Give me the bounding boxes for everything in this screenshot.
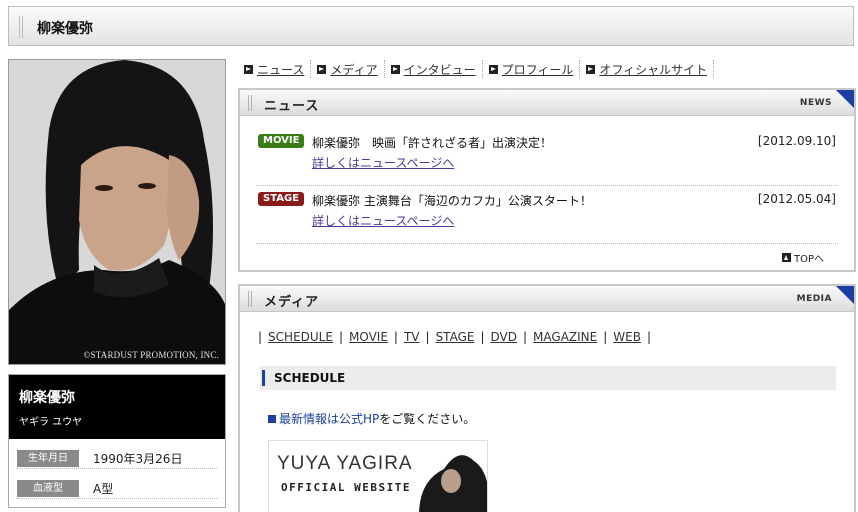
- arrow-right-icon: [390, 64, 400, 74]
- subnav-stage[interactable]: STAGE: [436, 330, 475, 344]
- subnav-web[interactable]: WEB: [613, 330, 641, 344]
- subnav-dvd[interactable]: DVD: [491, 330, 517, 344]
- nav-item-profile[interactable]: プロフィール: [483, 60, 581, 78]
- profile-name: 柳楽優弥: [19, 390, 75, 406]
- news-date: [2012.05.04]: [757, 192, 836, 206]
- profile-card: 柳楽優弥 ヤギラ ユウヤ 生年月日 1990年3月26日 血液型 A型: [8, 374, 226, 508]
- nav-item-interview[interactable]: インタビュー: [385, 60, 483, 78]
- schedule-section-bar: SCHEDULE: [260, 366, 836, 390]
- bloodtype-label: 血液型: [17, 480, 79, 497]
- photo-copyright: ©STARDUST PROMOTION, INC.: [83, 350, 219, 360]
- bullet-square-icon: [268, 414, 276, 423]
- notice-text-pre: 最新情報は公式: [279, 412, 364, 426]
- subnav-movie[interactable]: MOVIE: [349, 330, 388, 344]
- news-item: MOVIE 柳楽優弥 映画「許されざる者」出演決定！ [2012.09.10] …: [256, 130, 838, 186]
- corner-triangle-icon: [836, 286, 854, 304]
- banner-subtitle: OFFICIAL WEBSITE: [281, 481, 411, 494]
- bloodtype-value: A型: [93, 482, 114, 496]
- category-badge-movie: MOVIE: [258, 134, 305, 148]
- news-panel-title: ニュース: [264, 99, 320, 114]
- corner-triangle-icon: [836, 90, 854, 108]
- birthday-label: 生年月日: [17, 450, 79, 467]
- news-panel-title-en: NEWS: [799, 98, 832, 108]
- news-more-link[interactable]: 詳しくはニュースページへ: [312, 154, 454, 171]
- panel-grip-icon: [248, 95, 254, 111]
- header-grip-icon: [19, 16, 25, 38]
- news-item: STAGE 柳楽優弥 主演舞台「海辺のカフカ」公演スタート！ [2012.05.…: [256, 188, 838, 244]
- notice-hp-link[interactable]: HP: [363, 412, 379, 426]
- page-title: 柳楽優弥: [37, 21, 93, 37]
- schedule-notice: 最新情報は公式 HP をご覧ください。: [268, 410, 475, 427]
- profile-name-box: 柳楽優弥 ヤギラ ユウヤ: [9, 375, 225, 439]
- profile-photo: ©STARDUST PROMOTION, INC.: [8, 59, 226, 365]
- media-panel: メディア MEDIA | SCHEDULE | MOVIE | TV | STA…: [238, 284, 856, 512]
- official-website-banner[interactable]: YUYA YAGIRA OFFICIAL WEBSITE: [268, 440, 488, 512]
- banner-photo-image: [269, 441, 487, 512]
- subnav-tv[interactable]: TV: [404, 330, 420, 344]
- arrow-up-icon: [781, 253, 791, 262]
- nav-item-media[interactable]: メディア: [311, 60, 385, 78]
- news-panel-header: ニュース NEWS: [240, 90, 854, 116]
- subnav-magazine[interactable]: MAGAZINE: [533, 330, 597, 344]
- site-header: 柳楽優弥: [8, 6, 854, 46]
- media-subnav: | SCHEDULE | MOVIE | TV | STAGE | DVD | …: [258, 330, 652, 344]
- nav-item-news[interactable]: ニュース: [238, 60, 312, 78]
- profile-kana: ヤギラ ユウヤ: [19, 417, 83, 428]
- notice-text-post: をご覧ください。: [379, 412, 476, 426]
- media-panel-title-en: MEDIA: [796, 294, 832, 304]
- section-accent-bar: [262, 370, 265, 386]
- nav-item-official-site[interactable]: オフィシャルサイト: [580, 60, 715, 78]
- nav-link-news[interactable]: ニュース: [257, 61, 304, 78]
- to-top-link[interactable]: TOPへ: [781, 250, 824, 265]
- panel-grip-icon: [248, 291, 254, 307]
- arrow-right-icon: [244, 64, 253, 74]
- news-headline: 柳楽優弥 主演舞台「海辺のカフカ」公演スタート！: [312, 194, 592, 208]
- media-panel-title: メディア: [264, 295, 320, 310]
- arrow-right-icon: [488, 64, 498, 74]
- news-more-link[interactable]: 詳しくはニュースページへ: [312, 212, 454, 229]
- section-title: SCHEDULE: [274, 371, 346, 385]
- portrait-image: [9, 60, 225, 364]
- nav-link-official-site[interactable]: オフィシャルサイト: [599, 61, 707, 78]
- nav-link-media[interactable]: メディア: [330, 61, 377, 78]
- nav-link-interview[interactable]: インタビュー: [404, 61, 476, 78]
- arrow-right-icon: [586, 64, 596, 74]
- birthday-value: 1990年3月26日: [93, 452, 183, 466]
- profile-row-bloodtype: 血液型 A型: [17, 477, 217, 499]
- banner-name: YUYA YAGIRA: [277, 453, 413, 474]
- news-headline: 柳楽優弥 映画「許されざる者」出演決定！: [312, 136, 553, 150]
- category-badge-stage: STAGE: [258, 192, 305, 206]
- arrow-right-icon: [317, 64, 327, 74]
- news-date: [2012.09.10]: [757, 134, 836, 148]
- top-nav: ニュース メディア インタビュー プロフィール オフィシャルサイト: [238, 60, 715, 78]
- news-panel: ニュース NEWS MOVIE 柳楽優弥 映画「許されざる者」出演決定！ [20…: [238, 88, 856, 272]
- media-panel-header: メディア MEDIA: [240, 286, 854, 312]
- subnav-schedule[interactable]: SCHEDULE: [268, 330, 333, 344]
- nav-link-profile[interactable]: プロフィール: [502, 61, 574, 78]
- profile-row-birthday: 生年月日 1990年3月26日: [17, 447, 217, 469]
- to-top-label[interactable]: TOPへ: [794, 250, 824, 265]
